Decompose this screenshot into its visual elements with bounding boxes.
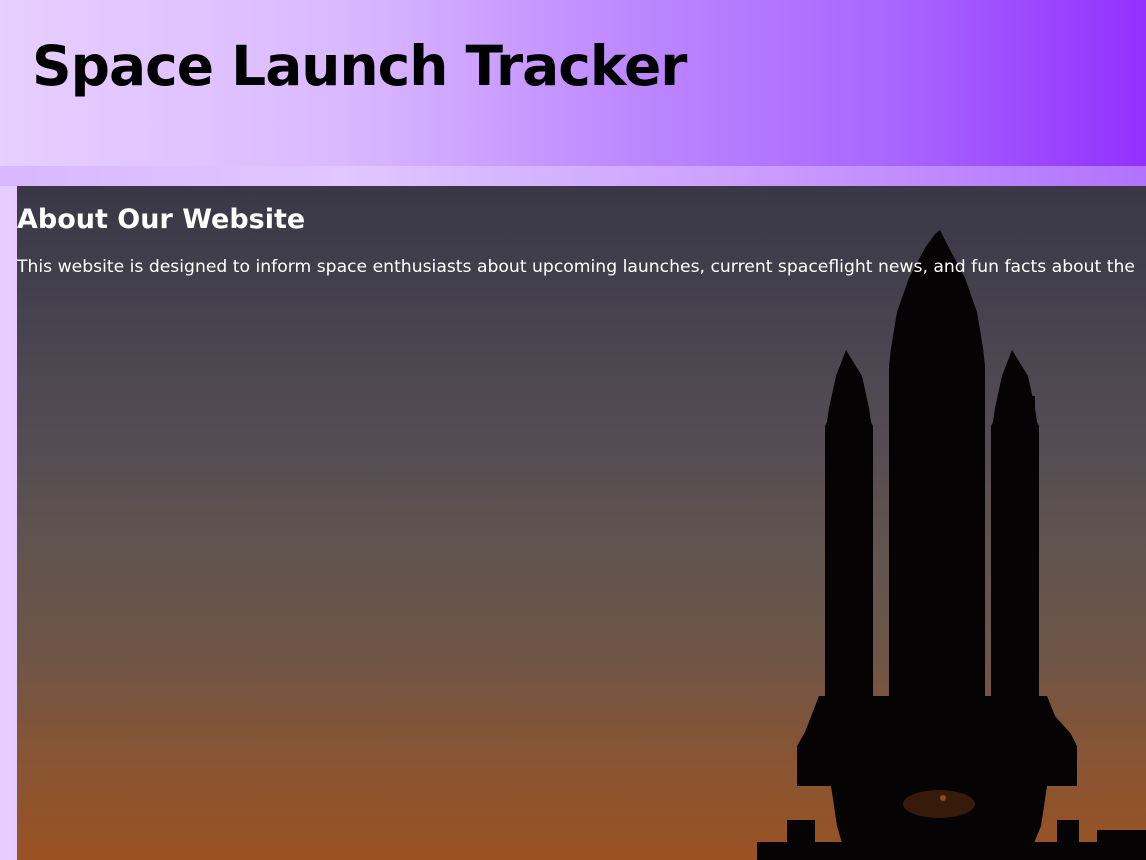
about-description: This website is designed to inform space… xyxy=(17,257,1135,277)
about-heading: About Our Website xyxy=(17,204,306,235)
site-header: Space Launch Tracker xyxy=(0,0,1146,166)
page-title: Space Launch Tracker xyxy=(32,34,687,98)
space-shuttle-silhouette-icon xyxy=(757,230,1146,860)
about-section: About Our Website This website is design… xyxy=(17,186,1146,860)
header-separator xyxy=(0,166,1146,186)
